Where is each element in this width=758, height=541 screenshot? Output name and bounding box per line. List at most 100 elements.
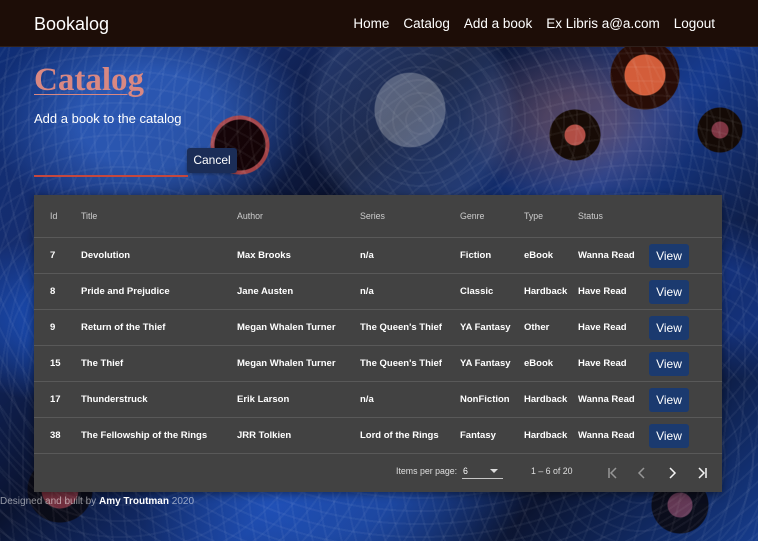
last-page-icon [698, 467, 707, 479]
catalog-table: Id Title Author Series Genre Type Status… [34, 195, 722, 454]
column-header-action [649, 195, 722, 238]
book-type-cell: eBook [524, 237, 578, 274]
footer-prefix: Designed and built by [0, 496, 99, 507]
view-book-button[interactable]: View [649, 387, 689, 412]
chevron-right-icon [669, 467, 677, 479]
book-status-cell: Have Read [578, 273, 649, 310]
book-title-cell: Devolution [81, 237, 237, 274]
add-book-form-row: Cancel [34, 148, 241, 178]
table-paginator: Items per page: 6 1 – 6 of 20 [34, 451, 722, 492]
table-row: 17 Thunderstruck Erik Larson n/a NonFict… [34, 381, 722, 418]
book-type-cell: Hardback [524, 417, 578, 454]
book-genre-cell: YA Fantasy [460, 309, 524, 346]
view-book-button[interactable]: View [649, 315, 689, 340]
book-author-cell: Max Brooks [237, 237, 360, 274]
site-footer: Designed and built by Amy Troutman 2020 [0, 495, 330, 509]
book-series-cell: n/a [360, 237, 460, 274]
book-status-cell: Wanna Read [578, 381, 649, 418]
previous-page-button[interactable] [630, 459, 654, 483]
book-action-cell: View [649, 309, 722, 346]
catalog-table-header: Id Title Author Series Genre Type Status [34, 195, 722, 238]
book-series-cell: The Queen's Thief [360, 345, 460, 382]
view-book-button[interactable]: View [649, 423, 689, 448]
book-series-cell: Lord of the Rings [360, 417, 460, 454]
column-header-genre[interactable]: Genre [460, 195, 524, 238]
book-genre-cell: Fiction [460, 237, 524, 274]
book-series-cell: n/a [360, 381, 460, 418]
brand-link[interactable]: Bookalog [34, 14, 109, 34]
view-book-button[interactable]: View [649, 243, 689, 268]
book-action-cell: View [649, 345, 722, 382]
book-title-cell: Return of the Thief [81, 309, 237, 346]
view-book-button[interactable]: View [649, 351, 689, 376]
book-action-cell: View [649, 381, 722, 418]
table-row: 7 Devolution Max Brooks n/a Fiction eBoo… [34, 237, 722, 274]
items-per-page-select[interactable]: 6 [462, 459, 503, 479]
book-author-cell: JRR Tolkien [237, 417, 360, 454]
book-status-cell: Wanna Read [578, 237, 649, 274]
footer-year: 2020 [168, 496, 195, 507]
book-id-cell: 38 [34, 417, 81, 454]
items-per-page-label: Items per page: [396, 466, 458, 476]
book-genre-cell: YA Fantasy [460, 345, 524, 382]
column-header-type[interactable]: Type [524, 195, 578, 238]
book-type-cell: Hardback [524, 273, 578, 310]
book-title-cell: The Fellowship of the Rings [81, 417, 237, 454]
last-page-button[interactable] [690, 459, 714, 483]
book-id-cell: 7 [34, 237, 81, 274]
book-type-cell: eBook [524, 345, 578, 382]
book-title-cell: Pride and Prejudice [81, 273, 237, 310]
catalog-table-card: Id Title Author Series Genre Type Status… [34, 195, 722, 492]
book-action-cell: View [649, 273, 722, 310]
book-genre-cell: NonFiction [460, 381, 524, 418]
book-status-cell: Have Read [578, 345, 649, 382]
first-page-icon [608, 467, 617, 479]
book-type-cell: Hardback [524, 381, 578, 418]
cancel-button[interactable]: Cancel [187, 148, 237, 173]
book-search-input[interactable] [34, 155, 188, 177]
top-navigation-bar: Bookalog Home Catalog Add a book Ex Libr… [0, 0, 758, 47]
main-navigation: Home Catalog Add a book Ex Libris a@a.co… [353, 16, 715, 32]
column-header-title[interactable]: Title [81, 195, 237, 238]
book-series-cell: The Queen's Thief [360, 309, 460, 346]
book-action-cell: View [649, 237, 722, 274]
page-subtitle: Add a book to the catalog [34, 111, 182, 126]
book-id-cell: 9 [34, 309, 81, 346]
column-header-series[interactable]: Series [360, 195, 460, 238]
nav-catalog-link[interactable]: Catalog [403, 16, 450, 32]
book-type-cell: Other [524, 309, 578, 346]
book-genre-cell: Classic [460, 273, 524, 310]
book-status-cell: Have Read [578, 309, 649, 346]
book-author-cell: Megan Whalen Turner [237, 345, 360, 382]
first-page-button[interactable] [601, 459, 625, 483]
column-header-status[interactable]: Status [578, 195, 649, 238]
book-author-cell: Jane Austen [237, 273, 360, 310]
book-status-cell: Wanna Read [578, 417, 649, 454]
table-row: 9 Return of the Thief Megan Whalen Turne… [34, 309, 722, 346]
book-author-cell: Erik Larson [237, 381, 360, 418]
column-header-author[interactable]: Author [237, 195, 360, 238]
book-action-cell: View [649, 417, 722, 454]
nav-ex-libris-link[interactable]: Ex Libris a@a.com [546, 16, 660, 32]
view-book-button[interactable]: View [649, 279, 689, 304]
catalog-table-body: 7 Devolution Max Brooks n/a Fiction eBoo… [34, 237, 722, 454]
nav-add-book-link[interactable]: Add a book [464, 16, 532, 32]
page-title: Catalog [34, 62, 144, 98]
book-author-cell: Megan Whalen Turner [237, 309, 360, 346]
items-per-page-value: 6 [463, 466, 468, 476]
table-row: 8 Pride and Prejudice Jane Austen n/a Cl… [34, 273, 722, 310]
table-row: 15 The Thief Megan Whalen Turner The Que… [34, 345, 722, 382]
header-row: Id Title Author Series Genre Type Status [34, 195, 722, 238]
nav-home-link[interactable]: Home [353, 16, 389, 32]
column-header-id[interactable]: Id [34, 195, 81, 238]
next-page-button[interactable] [660, 459, 684, 483]
book-id-cell: 15 [34, 345, 81, 382]
book-title-cell: The Thief [81, 345, 237, 382]
book-genre-cell: Fantasy [460, 417, 524, 454]
table-row: 38 The Fellowship of the Rings JRR Tolki… [34, 417, 722, 454]
book-id-cell: 8 [34, 273, 81, 310]
book-series-cell: n/a [360, 273, 460, 310]
book-title-cell: Thunderstruck [81, 381, 237, 418]
nav-logout-link[interactable]: Logout [674, 16, 715, 32]
book-id-cell: 17 [34, 381, 81, 418]
